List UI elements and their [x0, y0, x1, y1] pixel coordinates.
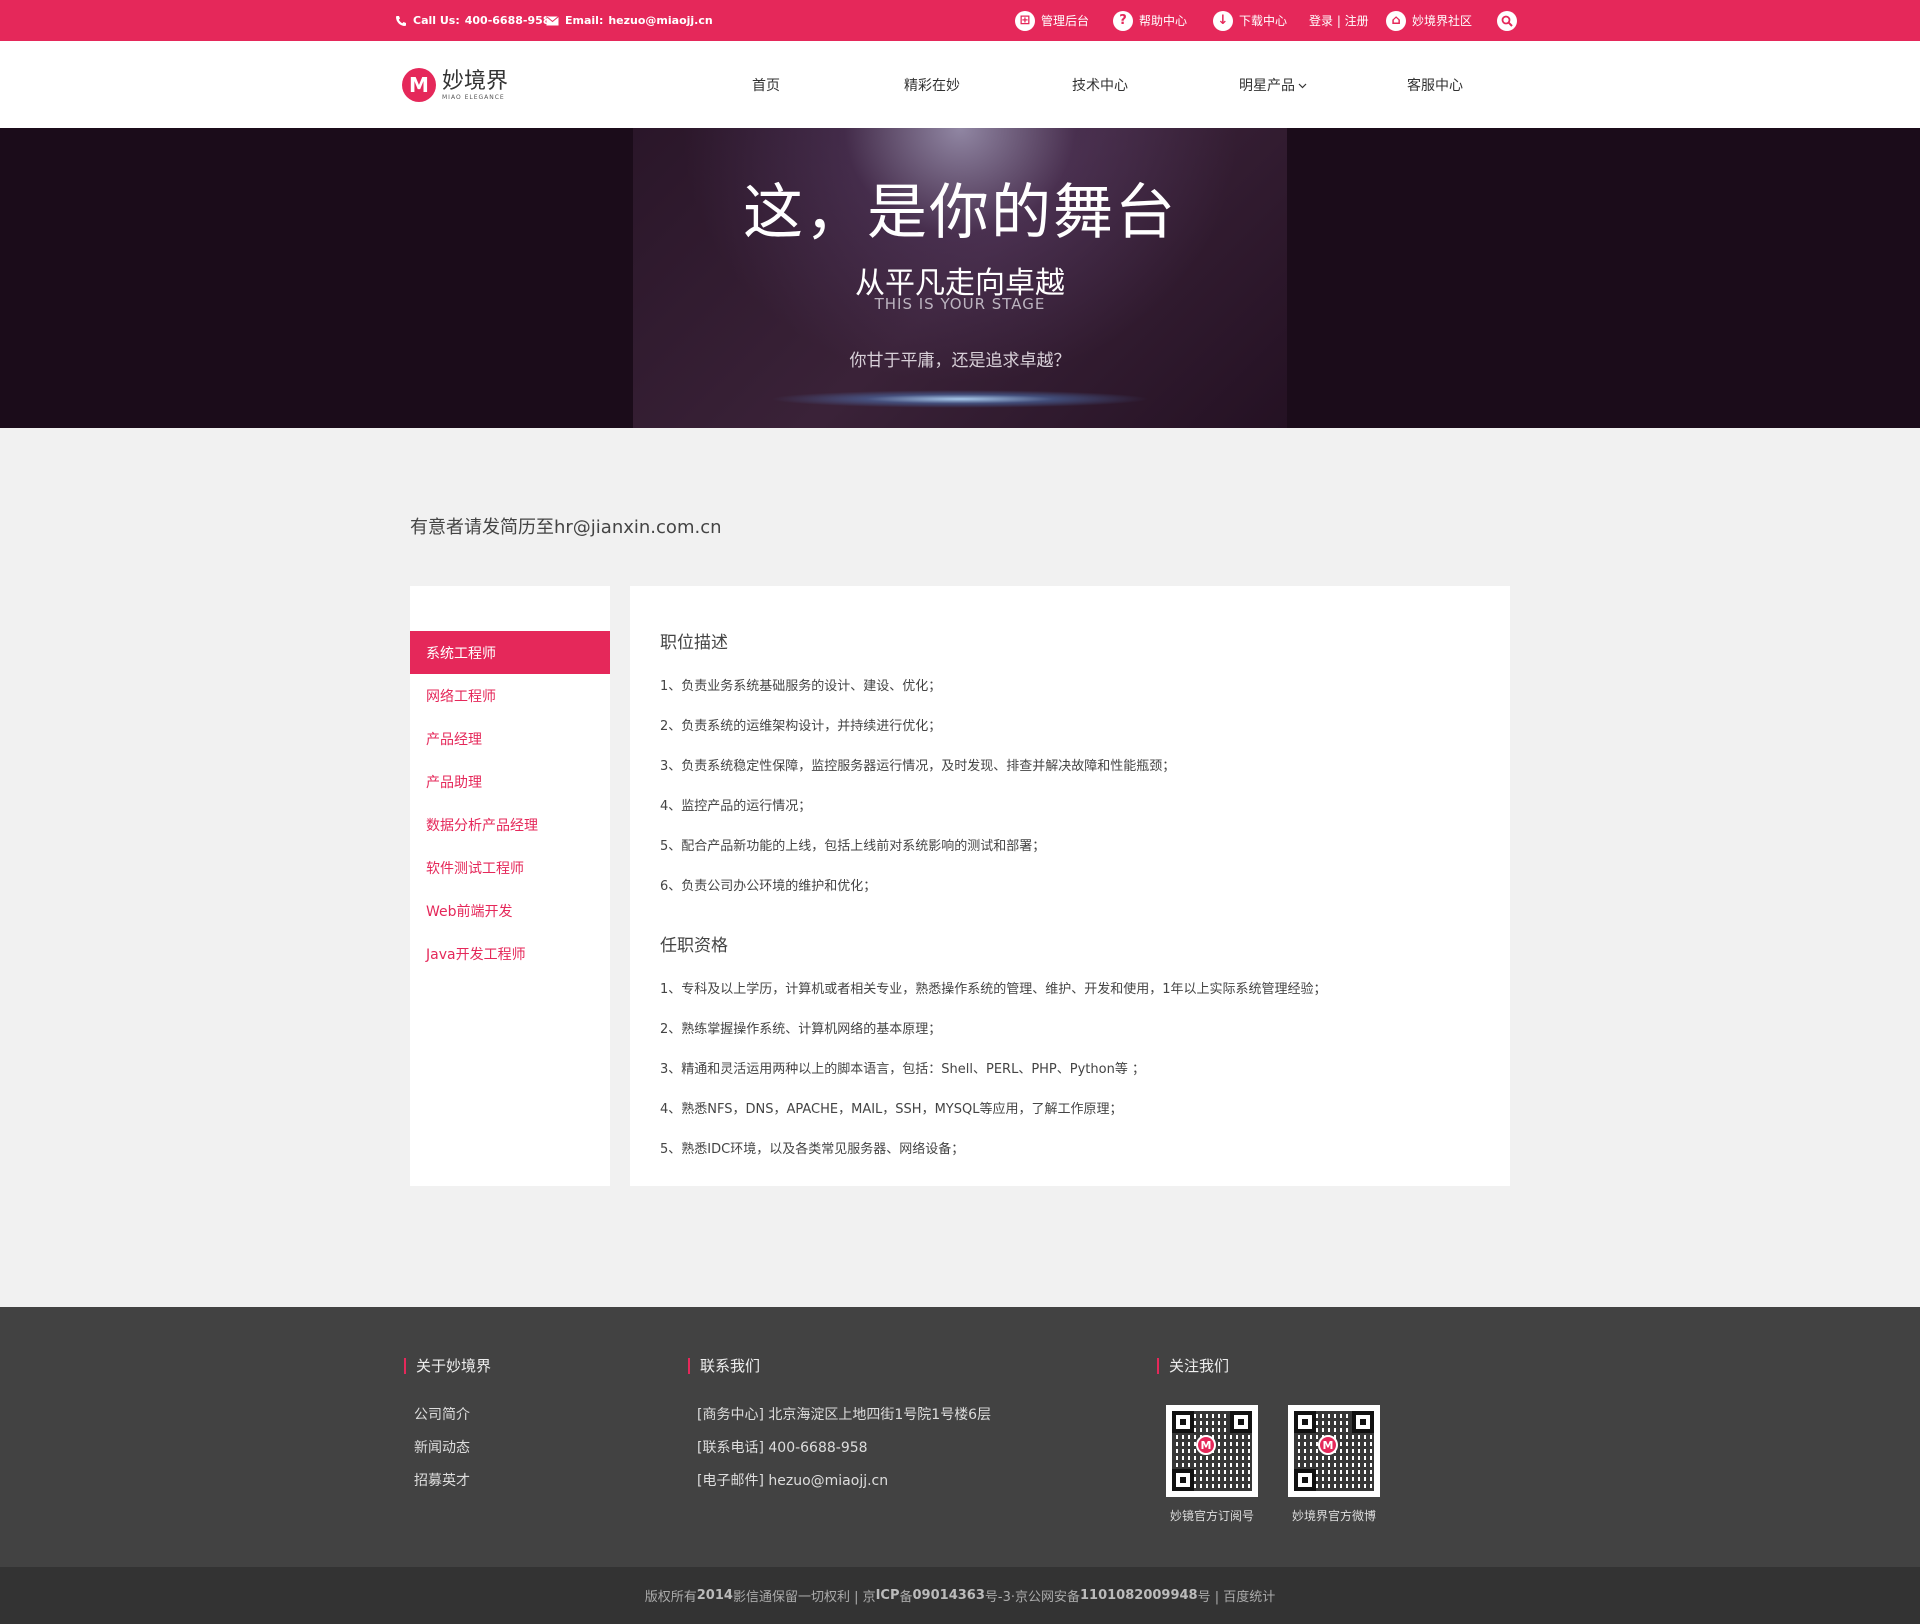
question-icon: ?	[1113, 10, 1133, 31]
nav-highlights[interactable]: 精彩在妙	[904, 41, 960, 128]
nav-customer-service[interactable]: 客服中心	[1407, 41, 1463, 128]
copyright-text[interactable]: 号 | 百度统计	[1198, 1586, 1276, 1605]
login-register-label: 登录 | 注册	[1309, 14, 1369, 28]
chevron-down-icon	[1298, 77, 1307, 93]
sidebar-item-system-engineer[interactable]: 系统工程师	[410, 631, 610, 674]
footer-follow-title: 关注我们	[1157, 1358, 1229, 1374]
resume-notice: 有意者请发简历至hr@jianxin.com.cn	[410, 517, 722, 538]
phone-icon	[395, 15, 407, 27]
site-footer: 关于妙境界 公司简介 新闻动态 招募英才 联系我们 [商务中心] 北京海淀区上地…	[0, 1307, 1920, 1567]
qr-caption-subscription: 妙镜官方订阅号	[1170, 1509, 1255, 1523]
call-us: Call Us: 400-6688-958	[395, 0, 550, 41]
job-desc-line: 5、配合产品新功能的上线，包括上线前对系统影响的测试和部署；	[660, 839, 1046, 854]
home-icon: ⌂	[1386, 10, 1406, 31]
qr-caption-weibo: 妙境界官方微博	[1292, 1509, 1377, 1523]
copyright-text: 备	[899, 1590, 913, 1605]
download-icon: ↓	[1213, 10, 1233, 31]
banner-title: 这，是你的舞台	[743, 178, 1177, 248]
job-desc-line: 4、监控产品的运行情况；	[660, 799, 812, 814]
sidebar-item-product-assistant[interactable]: 产品助理	[410, 760, 610, 803]
admin-link[interactable]: ⊞ 管理后台	[1015, 0, 1089, 41]
email-label: Email:	[565, 14, 604, 27]
search-button[interactable]	[1497, 0, 1523, 41]
call-label: Call Us:	[413, 14, 460, 27]
mail-icon	[546, 15, 559, 26]
job-detail-panel: 职位描述 1、负责业务系统基础服务的设计、建设、优化； 2、负责系统的运维架构设…	[630, 586, 1510, 1186]
job-desc-line: 1、负责业务系统基础服务的设计、建设、优化；	[660, 679, 942, 694]
help-link[interactable]: ? 帮助中心	[1113, 0, 1187, 41]
top-bar: Call Us: 400-6688-958 Email: hezuo@miaoj…	[0, 0, 1920, 41]
qr-code-subscription: M	[1166, 1405, 1258, 1497]
email-address[interactable]: hezuo@miaojj.cn	[608, 14, 712, 27]
qr-logo-icon: M	[1318, 1435, 1338, 1455]
site-header: M 妙境界 MIAO ELEGANCE 首页 精彩在妙 技术中心 明星产品 客服…	[0, 41, 1920, 128]
copyright-police-number: 1101082009948	[1080, 1588, 1198, 1603]
email-contact: Email: hezuo@miaojj.cn	[546, 0, 713, 41]
community-link[interactable]: ⌂ 妙境界社区	[1386, 0, 1472, 41]
logo[interactable]: M 妙境界 MIAO ELEGANCE	[402, 65, 508, 105]
job-desc-line: 6、负责公司办公环境的维护和优化；	[660, 879, 877, 894]
download-link[interactable]: ↓ 下载中心	[1213, 0, 1287, 41]
job-req-line: 2、熟练掌握操作系统、计算机网络的基本原理；	[660, 1022, 942, 1037]
copyright-text: 影信通保留一切权利 | 京	[732, 1590, 876, 1605]
admin-label: 管理后台	[1041, 14, 1090, 28]
copyright-text: 版权所有	[644, 1590, 697, 1605]
stage-glow	[770, 390, 1150, 408]
sidebar-item-web-frontend[interactable]: Web前端开发	[410, 889, 610, 932]
job-req-line: 5、熟悉IDC环境，以及各类常见服务器、网络设备；	[660, 1142, 965, 1157]
phone-number: 400-6688-958	[464, 14, 551, 27]
help-label: 帮助中心	[1139, 14, 1188, 28]
hero-banner: 这，是你的舞台 从平凡走向卓越 THIS IS YOUR STAGE 你甘于平庸…	[0, 128, 1920, 428]
job-desc-title: 职位描述	[660, 633, 728, 653]
sidebar-item-qa-engineer[interactable]: 软件测试工程师	[410, 846, 610, 889]
sidebar-item-java-engineer[interactable]: Java开发工程师	[410, 932, 610, 975]
job-req-line: 3、精通和灵活运用两种以上的脚本语言，包括：Shell、PERL、PHP、Pyt…	[660, 1062, 1145, 1077]
search-icon	[1497, 10, 1517, 31]
footer-contact-address: [商务中心] 北京海淀区上地四街1号院1号楼6层	[697, 1407, 992, 1423]
copyright-text: 号-3·京公网安备	[984, 1590, 1080, 1605]
banner-english: THIS IS YOUR STAGE	[874, 295, 1046, 313]
sidebar-item-product-manager[interactable]: 产品经理	[410, 717, 610, 760]
qr-logo-icon: M	[1196, 1435, 1216, 1455]
grid-icon: ⊞	[1015, 10, 1035, 31]
community-label: 妙境界社区	[1412, 14, 1473, 28]
job-desc-line: 3、负责系统稳定性保障，监控服务器运行情况，及时发现、排查并解决故障和性能瓶颈；	[660, 759, 1176, 774]
footer-contact-phone: [联系电话] 400-6688-958	[697, 1440, 868, 1456]
footer-contact-title: 联系我们	[688, 1358, 760, 1374]
footer-link-news[interactable]: 新闻动态	[414, 1437, 470, 1457]
copyright-bar: 版权所有 2014 影信通保留一切权利 | 京 ICP 备 09014363 号-3·京公网…	[0, 1567, 1920, 1624]
footer-about-title: 关于妙境界	[404, 1358, 491, 1374]
copyright-icp: ICP	[875, 1588, 900, 1603]
sidebar-item-data-pm[interactable]: 数据分析产品经理	[410, 803, 610, 846]
qr-code-weibo: M	[1288, 1405, 1380, 1497]
footer-link-company-intro[interactable]: 公司简介	[414, 1404, 470, 1424]
nav-star-products[interactable]: 明星产品	[1239, 41, 1307, 128]
nav-home[interactable]: 首页	[752, 41, 780, 128]
copyright-icp-number: 09014363	[912, 1588, 985, 1603]
download-label: 下载中心	[1239, 14, 1288, 28]
job-sidebar: 系统工程师 网络工程师 产品经理 产品助理 数据分析产品经理 软件测试工程师 W…	[410, 586, 610, 1186]
nav-star-products-label: 明星产品	[1239, 77, 1295, 94]
logo-cn-text: 妙境界	[442, 68, 509, 94]
logo-en-text: MIAO ELEGANCE	[442, 93, 505, 101]
login-register-link[interactable]: 登录 | 注册	[1309, 0, 1369, 41]
logo-m-icon: M	[402, 68, 436, 102]
job-req-line: 4、熟悉NFS，DNS，APACHE，MAIL，SSH，MYSQL等应用，了解工…	[660, 1102, 1123, 1117]
banner-question: 你甘于平庸，还是追求卓越？	[849, 351, 1071, 371]
nav-tech-center[interactable]: 技术中心	[1072, 41, 1128, 128]
sidebar-item-network-engineer[interactable]: 网络工程师	[410, 674, 610, 717]
footer-link-careers[interactable]: 招募英才	[414, 1470, 470, 1490]
footer-contact-email[interactable]: [电子邮件] hezuo@miaojj.cn	[697, 1470, 888, 1490]
job-desc-line: 2、负责系统的运维架构设计，并持续进行优化；	[660, 719, 942, 734]
job-req-line: 1、专科及以上学历，计算机或者相关专业，熟悉操作系统的管理、维护、开发和使用，1…	[660, 982, 1327, 997]
job-req-title: 任职资格	[660, 936, 728, 956]
copyright-year: 2014	[696, 1588, 733, 1603]
